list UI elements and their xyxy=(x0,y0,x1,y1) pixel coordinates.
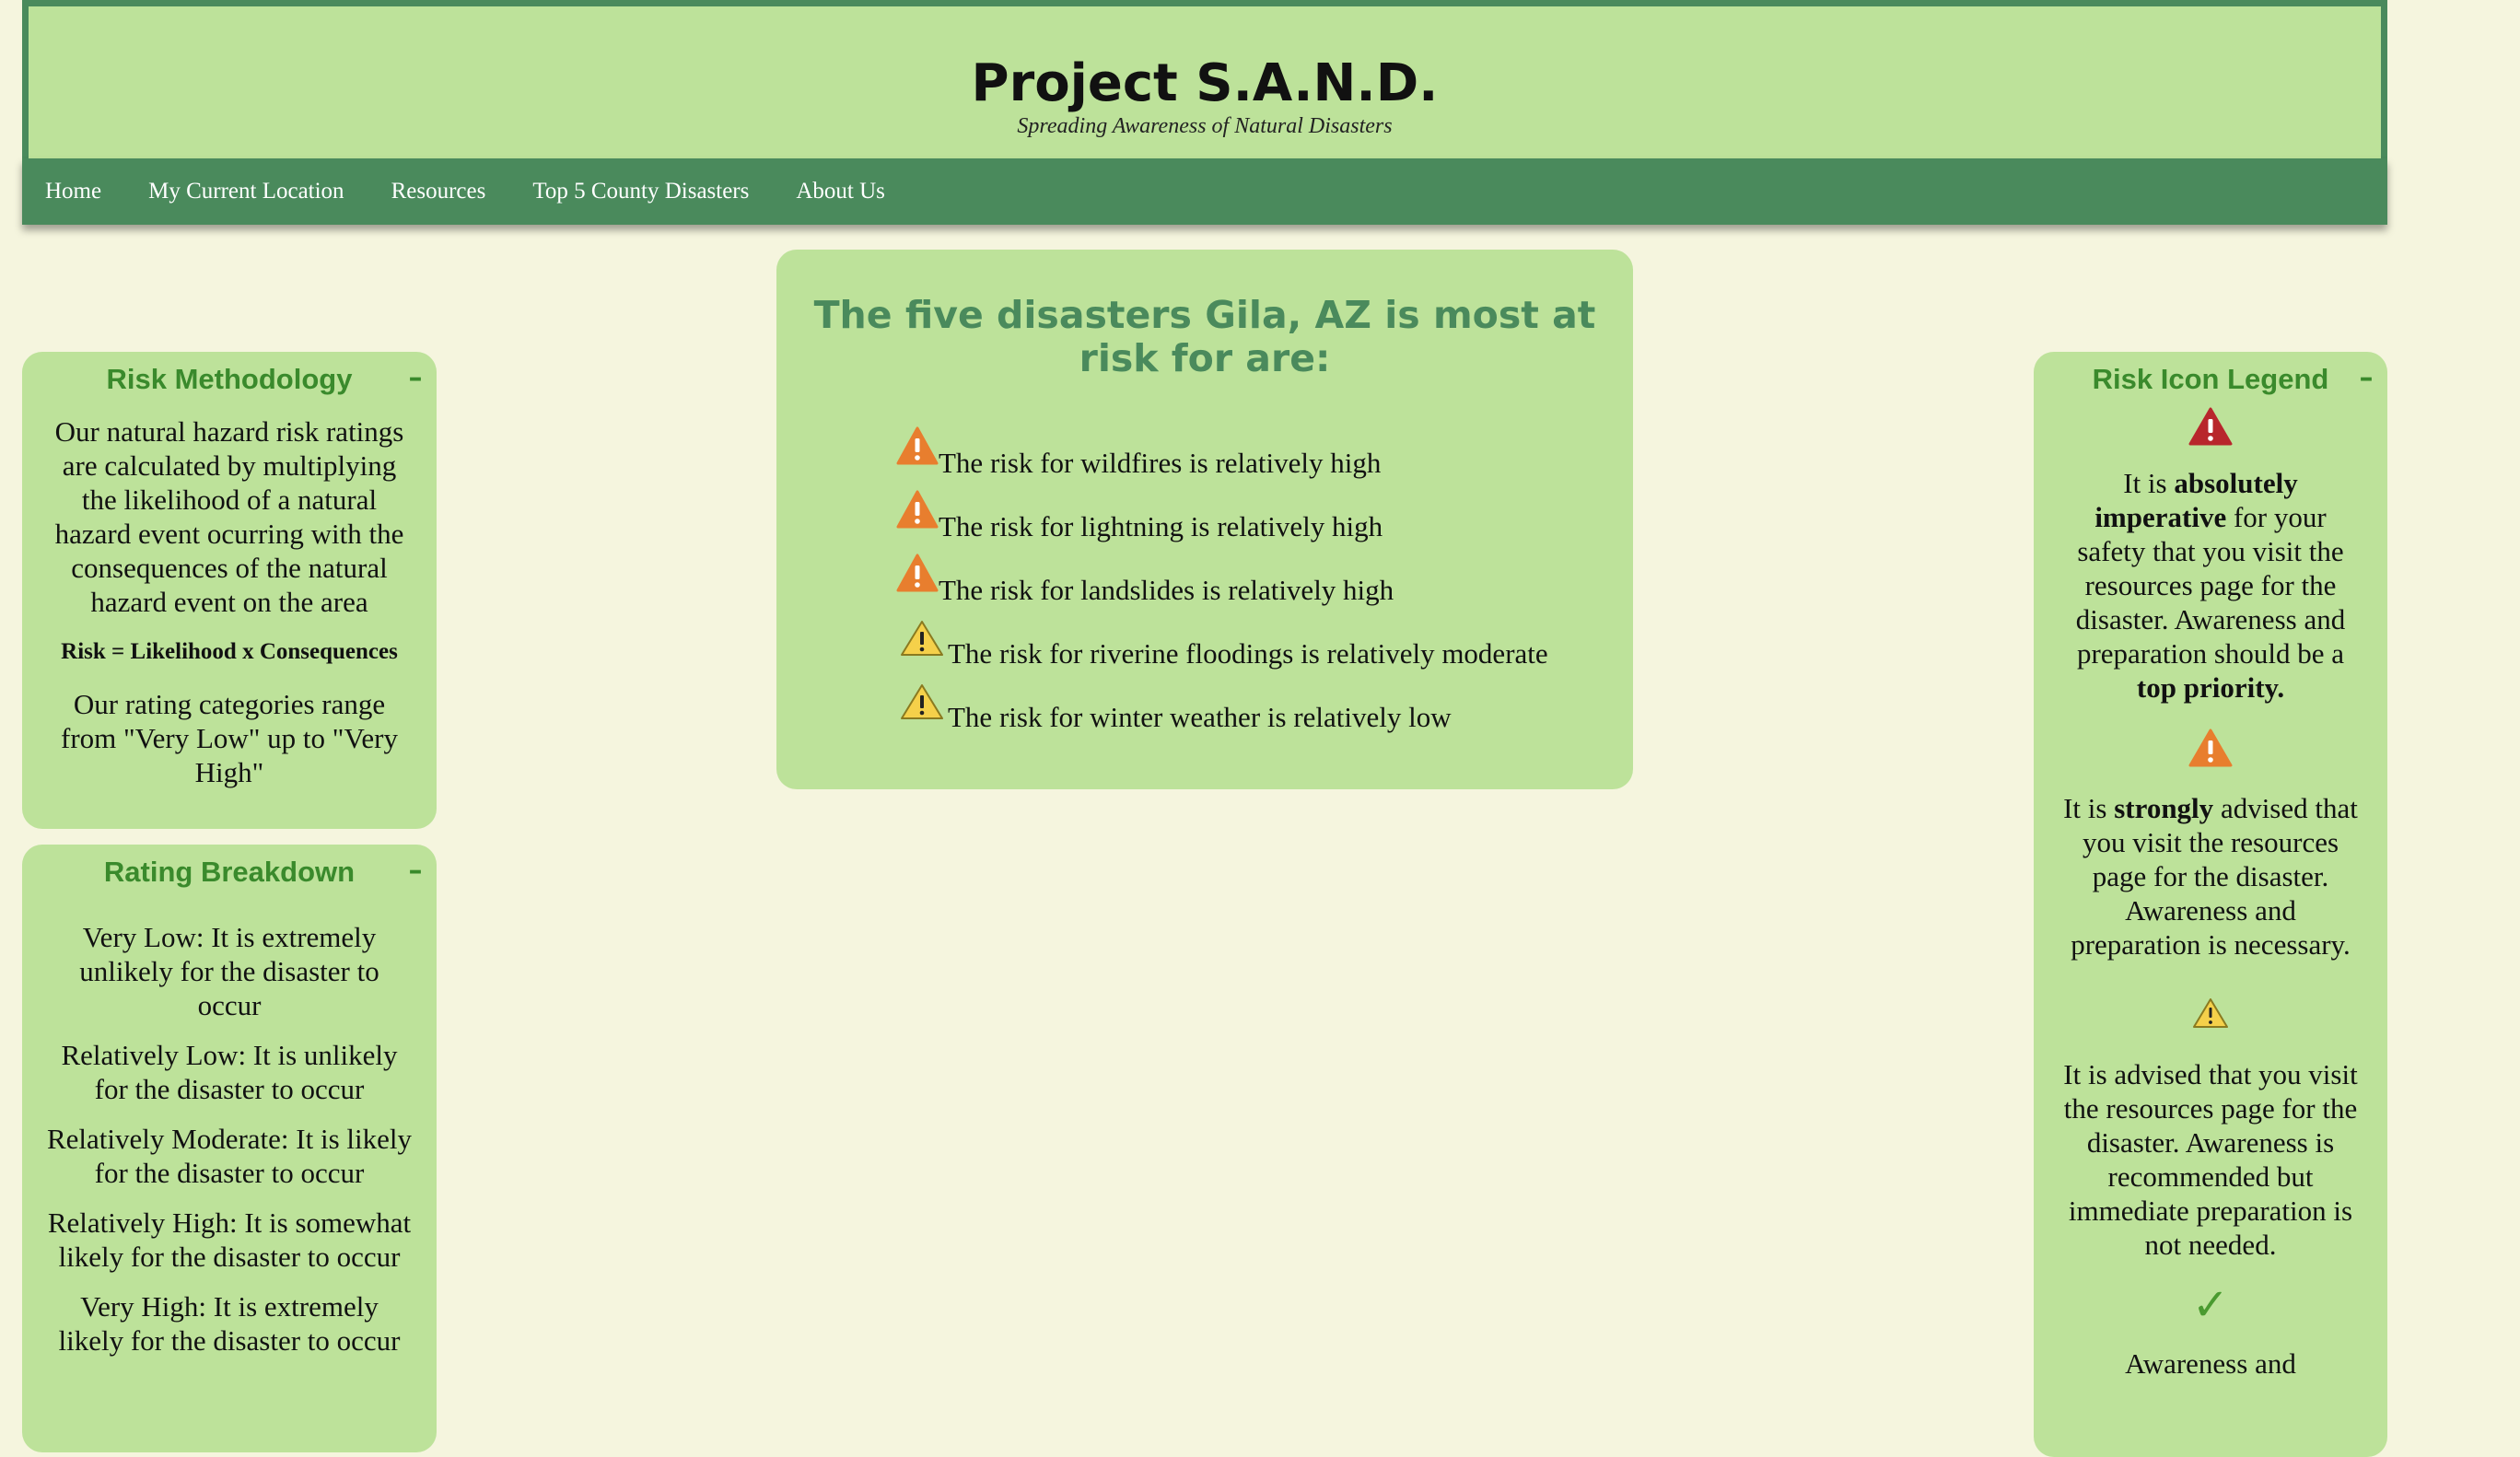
nav-top-5-county-disasters-link[interactable]: Top 5 County Disasters xyxy=(532,179,749,204)
rating-range-text: Our rating categories range from "Very L… xyxy=(61,688,398,788)
nav-home-link[interactable]: Home xyxy=(45,179,101,204)
site-subtitle: Spreading Awareness of Natural Disasters xyxy=(1017,114,1393,138)
legend-yellow-description: It is advised that you visit the resourc… xyxy=(2063,1058,2358,1261)
orange-warning-icon xyxy=(896,490,939,529)
risk-icon-legend-collapse-button[interactable]: – xyxy=(2352,352,2380,405)
yellow-warning-icon xyxy=(901,621,943,656)
risk-item-lightning: The risk for lightning is relatively hig… xyxy=(896,490,1548,557)
nav-resources-link[interactable]: Resources xyxy=(391,179,486,204)
risk-item-riverine-flooding: The risk for riverine floodings is relat… xyxy=(896,621,1548,684)
rating-breakdown-header: Rating Breakdown – xyxy=(22,845,437,900)
rating-breakdown-collapse-button[interactable]: – xyxy=(402,845,429,898)
risk-methodology-title: Risk Methodology xyxy=(106,363,353,395)
rating-very-high: Very High: It is extremely likely for th… xyxy=(58,1290,401,1357)
risk-icon-legend-header: Risk Icon Legend – xyxy=(2034,352,2387,407)
risk-text: The risk for landslides is relatively hi… xyxy=(939,574,1394,606)
rating-relatively-moderate: Relatively Moderate: It is likely for th… xyxy=(46,1123,412,1189)
risk-item-landslides: The risk for landslides is relatively hi… xyxy=(896,554,1548,621)
site-header: Project S.A.N.D. Spreading Awareness of … xyxy=(22,0,2387,158)
risk-list: The risk for wildfires is relatively hig… xyxy=(896,426,1548,748)
rating-very-low: Very Low: It is extremely unlikely for t… xyxy=(79,921,379,1021)
legend-orange-description: It is strongly advised that you visit th… xyxy=(2063,792,2358,961)
rating-relatively-low: Relatively Low: It is unlikely for the d… xyxy=(61,1039,398,1105)
risk-formula: Risk = Likelihood x Consequences xyxy=(61,639,398,664)
risk-text: The risk for riverine floodings is relat… xyxy=(948,637,1548,670)
risk-icon-legend-panel: Risk Icon Legend – It is absolutely impe… xyxy=(2034,352,2387,1457)
risk-icon-legend-title: Risk Icon Legend xyxy=(2092,363,2329,395)
legend-check-description: Awareness and xyxy=(2125,1347,2296,1380)
risk-methodology-header: Risk Methodology – xyxy=(22,352,437,407)
orange-warning-icon xyxy=(2188,728,2233,767)
risk-item-wildfires: The risk for wildfires is relatively hig… xyxy=(896,426,1548,494)
legend-red-description: It is absolutely imperative for your saf… xyxy=(2075,467,2346,704)
risk-methodology-collapse-button[interactable]: – xyxy=(402,352,429,405)
top-disasters-panel: The five disasters Gila, AZ is most at r… xyxy=(776,250,1633,789)
risk-methodology-panel: Risk Methodology – Our natural hazard ri… xyxy=(22,352,437,829)
risk-item-winter-weather: The risk for winter weather is relativel… xyxy=(896,684,1548,748)
top-disasters-heading: The five disasters Gila, AZ is most at r… xyxy=(813,293,1596,380)
main-navigation: Home My Current Location Resources Top 5… xyxy=(22,158,2387,225)
nav-my-current-location-link[interactable]: My Current Location xyxy=(148,179,344,204)
yellow-warning-icon xyxy=(2193,998,2228,1028)
checkmark-icon: ✓ xyxy=(2191,1279,2230,1331)
rating-breakdown-panel: Rating Breakdown – Very Low: It is extre… xyxy=(22,845,437,1452)
nav-about-us-link[interactable]: About Us xyxy=(796,179,885,204)
rating-breakdown-title: Rating Breakdown xyxy=(103,856,356,888)
risk-methodology-description: Our natural hazard risk ratings are calc… xyxy=(54,415,404,618)
orange-warning-icon xyxy=(896,554,939,592)
red-warning-icon xyxy=(2188,407,2233,446)
risk-text: The risk for wildfires is relatively hig… xyxy=(939,447,1382,479)
yellow-warning-icon xyxy=(901,684,943,719)
orange-warning-icon xyxy=(896,426,939,465)
risk-text: The risk for winter weather is relativel… xyxy=(948,701,1452,733)
site-title: Project S.A.N.D. xyxy=(971,53,1439,113)
risk-text: The risk for lightning is relatively hig… xyxy=(939,510,1383,542)
rating-relatively-high: Relatively High: It is somewhat likely f… xyxy=(47,1206,412,1273)
